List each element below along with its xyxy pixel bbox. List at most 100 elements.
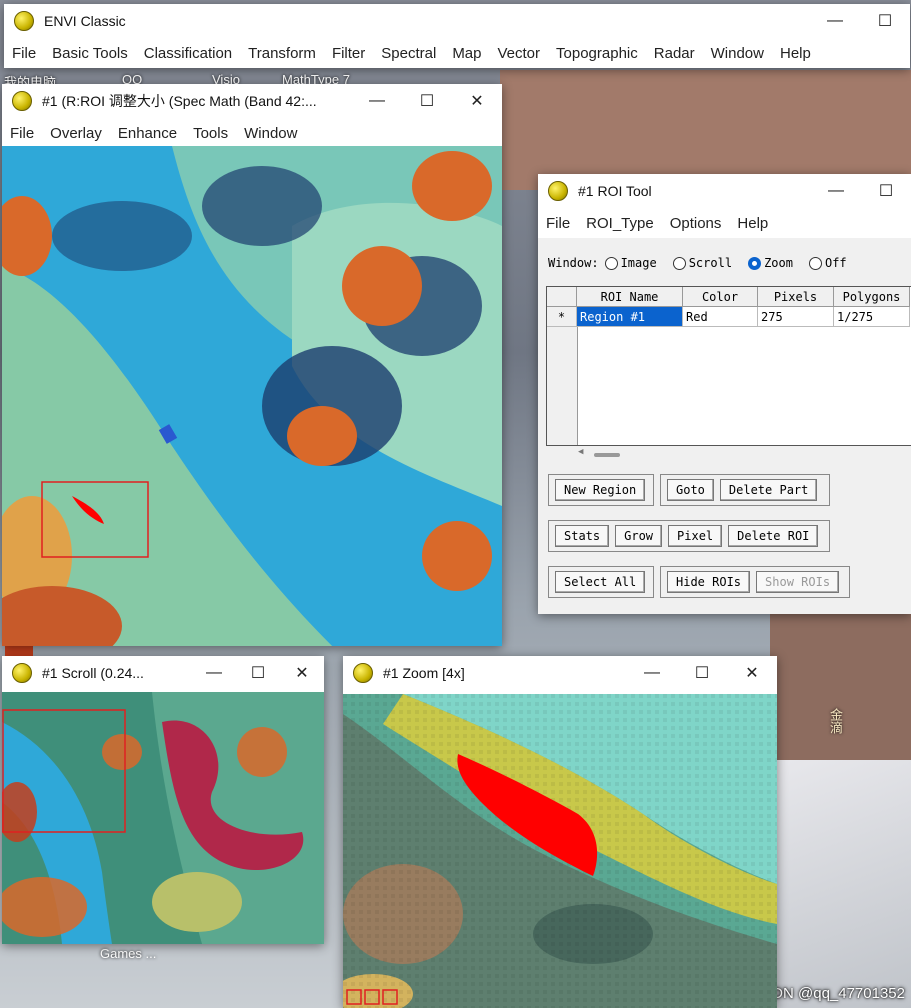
radio-scroll-label: Scroll bbox=[688, 256, 733, 270]
satellite-image[interactable] bbox=[2, 146, 502, 646]
close-button[interactable]: ✕ bbox=[727, 656, 777, 690]
title-bar[interactable]: #1 Zoom [4x] — ☐ ✕ bbox=[343, 656, 777, 690]
menu-window[interactable]: Window bbox=[236, 125, 305, 142]
radio-off-label: Off bbox=[824, 256, 847, 270]
desktop-building bbox=[500, 70, 911, 190]
menu-help[interactable]: Help bbox=[729, 215, 776, 232]
image-window: #1 (R:ROI 调整大小 (Spec Math (Band 42:... —… bbox=[2, 84, 502, 646]
maximize-button[interactable]: ☐ bbox=[860, 4, 910, 38]
window-title: #1 Zoom [4x] bbox=[383, 665, 465, 681]
title-bar[interactable]: #1 (R:ROI 调整大小 (Spec Math (Band 42:... —… bbox=[2, 84, 502, 118]
delete-part-button[interactable]: Delete Part bbox=[719, 479, 818, 501]
envi-logo-icon bbox=[548, 181, 568, 201]
menu-tools[interactable]: Tools bbox=[185, 125, 236, 142]
close-button[interactable]: ✕ bbox=[452, 84, 502, 118]
roi-tool-window: #1 ROI Tool — ☐ File ROI_Type Options He… bbox=[538, 174, 911, 614]
menu-help[interactable]: Help bbox=[772, 45, 819, 62]
window-title: #1 (R:ROI 调整大小 (Spec Math (Band 42:... bbox=[42, 93, 317, 109]
menu-radar[interactable]: Radar bbox=[646, 45, 703, 62]
pixel-button[interactable]: Pixel bbox=[668, 525, 723, 547]
envi-logo-icon bbox=[12, 91, 32, 111]
menu-options[interactable]: Options bbox=[662, 215, 730, 232]
zoom-image[interactable] bbox=[343, 694, 777, 1008]
zoom-display[interactable] bbox=[343, 694, 777, 1008]
radio-zoom[interactable]: Zoom bbox=[748, 256, 793, 270]
envi-logo-icon bbox=[12, 663, 32, 683]
scroll-display[interactable] bbox=[2, 692, 324, 944]
main-menubar: File Basic Tools Classification Transfor… bbox=[4, 38, 910, 68]
desktop-label-games[interactable]: Games ... bbox=[100, 946, 156, 961]
new-region-button[interactable]: New Region bbox=[555, 479, 646, 501]
radio-image-label: Image bbox=[620, 256, 657, 270]
header-color[interactable]: Color bbox=[683, 287, 758, 307]
window-title: #1 ROI Tool bbox=[578, 183, 652, 199]
title-bar[interactable]: ENVI Classic — ☐ bbox=[4, 4, 910, 38]
minimize-button[interactable]: — bbox=[192, 656, 236, 690]
minimize-button[interactable]: — bbox=[627, 656, 677, 690]
select-all-button[interactable]: Select All bbox=[555, 571, 646, 593]
radio-circle-icon bbox=[604, 256, 618, 270]
menu-file[interactable]: File bbox=[2, 125, 42, 142]
minimize-button[interactable]: — bbox=[811, 174, 861, 208]
menu-map[interactable]: Map bbox=[444, 45, 489, 62]
window-selector: Window: Image Scroll Zoom Off bbox=[548, 256, 863, 270]
close-button[interactable]: ✕ bbox=[280, 656, 324, 690]
horizontal-scrollbar[interactable]: ◀ bbox=[578, 447, 898, 460]
menu-roi-type[interactable]: ROI_Type bbox=[578, 215, 662, 232]
cell-roi-name[interactable]: Region #1 bbox=[577, 307, 683, 327]
menu-file[interactable]: File bbox=[4, 45, 44, 62]
menu-basic-tools[interactable]: Basic Tools bbox=[44, 45, 136, 62]
maximize-button[interactable]: ☐ bbox=[677, 656, 727, 690]
menu-window[interactable]: Window bbox=[703, 45, 772, 62]
minimize-button[interactable]: — bbox=[352, 84, 402, 118]
radio-off[interactable]: Off bbox=[808, 256, 847, 270]
title-bar[interactable]: #1 ROI Tool — ☐ bbox=[538, 174, 911, 208]
maximize-button[interactable]: ☐ bbox=[402, 84, 452, 118]
button-row-1: New Region bbox=[548, 474, 654, 506]
goto-button[interactable]: Goto bbox=[667, 479, 714, 501]
button-row-3b: Hide ROIs Show ROIs bbox=[660, 566, 850, 598]
scroll-thumb[interactable] bbox=[594, 453, 620, 457]
show-rois-button: Show ROIs bbox=[756, 571, 840, 593]
table-row[interactable]: * Region #1 Red 275 1/275 bbox=[547, 307, 911, 327]
cell-polygons[interactable]: 1/275 bbox=[834, 307, 910, 327]
table-header: ROI Name Color Pixels Polygons bbox=[547, 287, 911, 307]
radio-scroll[interactable]: Scroll bbox=[672, 256, 733, 270]
stats-button[interactable]: Stats bbox=[555, 525, 610, 547]
menu-classification[interactable]: Classification bbox=[136, 45, 240, 62]
radio-zoom-label: Zoom bbox=[764, 256, 793, 270]
menu-enhance[interactable]: Enhance bbox=[110, 125, 185, 142]
button-row-1b: Goto Delete Part bbox=[660, 474, 830, 506]
zoom-window: #1 Zoom [4x] — ☐ ✕ bbox=[343, 656, 777, 1008]
row-marker-column bbox=[547, 327, 578, 445]
image-display[interactable] bbox=[2, 146, 502, 646]
maximize-button[interactable]: ☐ bbox=[236, 656, 280, 690]
grow-button[interactable]: Grow bbox=[615, 525, 663, 547]
header-polygons[interactable]: Polygons bbox=[834, 287, 910, 307]
hide-rois-button[interactable]: Hide ROIs bbox=[667, 571, 751, 593]
menu-spectral[interactable]: Spectral bbox=[373, 45, 444, 62]
desktop-sign-text: 金滴 bbox=[828, 708, 843, 734]
title-bar[interactable]: #1 Scroll (0.24... — ☐ ✕ bbox=[2, 656, 324, 690]
menu-vector[interactable]: Vector bbox=[490, 45, 549, 62]
header-roi-name[interactable]: ROI Name bbox=[577, 287, 683, 307]
minimize-button[interactable]: — bbox=[810, 4, 860, 38]
button-row-2: Stats Grow Pixel Delete ROI bbox=[548, 520, 830, 552]
envi-logo-icon bbox=[14, 11, 34, 31]
menu-filter[interactable]: Filter bbox=[324, 45, 373, 62]
scroll-overview-image[interactable] bbox=[2, 692, 324, 944]
header-pixels[interactable]: Pixels bbox=[758, 287, 834, 307]
menu-file[interactable]: File bbox=[538, 215, 578, 232]
menu-overlay[interactable]: Overlay bbox=[42, 125, 110, 142]
cell-color[interactable]: Red bbox=[683, 307, 758, 327]
roi-table[interactable]: ROI Name Color Pixels Polygons * Region … bbox=[546, 286, 911, 446]
menu-transform[interactable]: Transform bbox=[240, 45, 324, 62]
maximize-button[interactable]: ☐ bbox=[861, 174, 911, 208]
header-marker bbox=[547, 287, 577, 307]
cell-pixels[interactable]: 275 bbox=[758, 307, 834, 327]
menu-topographic[interactable]: Topographic bbox=[548, 45, 646, 62]
delete-roi-button[interactable]: Delete ROI bbox=[728, 525, 819, 547]
scroll-left-icon[interactable]: ◀ bbox=[578, 447, 583, 457]
roi-tool-body: Window: Image Scroll Zoom Off ROI Name C… bbox=[538, 238, 911, 614]
radio-image[interactable]: Image bbox=[604, 256, 657, 270]
